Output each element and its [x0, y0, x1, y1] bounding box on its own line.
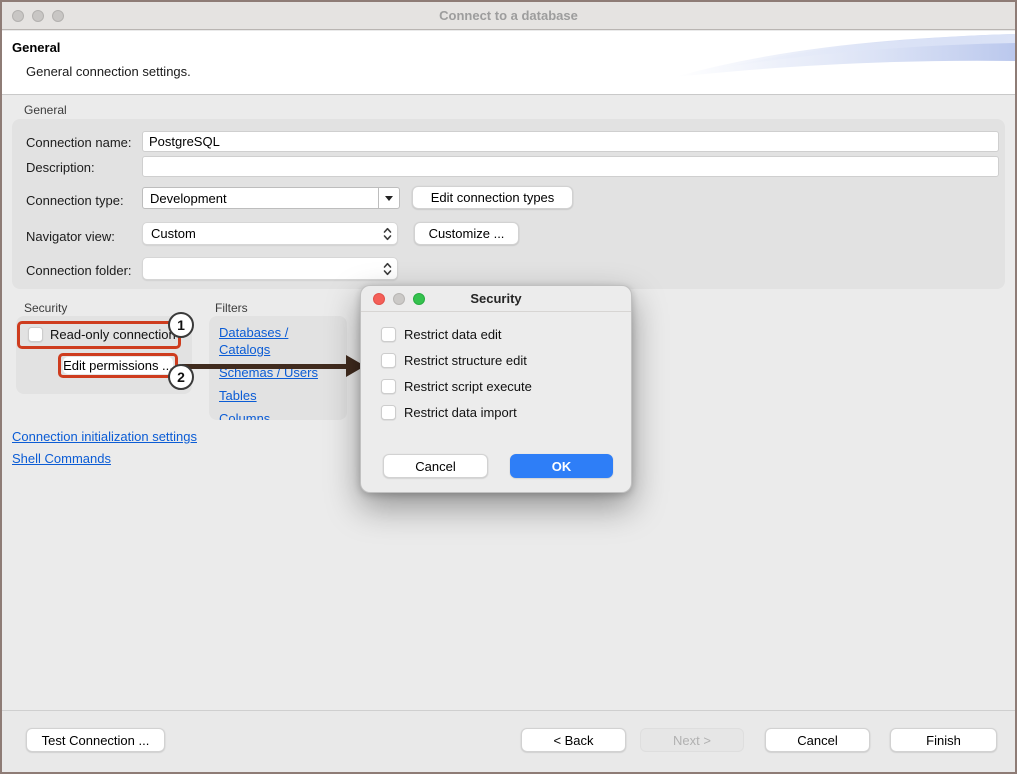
edit-connection-types-button[interactable]: Edit connection types — [412, 186, 573, 209]
connection-name-label: Connection name: — [26, 135, 132, 150]
finish-button[interactable]: Finish — [890, 728, 997, 752]
restrict-structure-edit-row[interactable]: Restrict structure edit — [381, 353, 527, 368]
connection-name-input[interactable] — [142, 131, 999, 152]
connect-database-window: Connect to a database General General co… — [0, 0, 1017, 774]
page-subtitle: General connection settings. — [26, 64, 191, 79]
readonly-connection-row[interactable]: Read-only connection — [28, 327, 176, 342]
customize-button[interactable]: Customize ... — [414, 222, 519, 245]
popup-title: Security — [361, 291, 631, 306]
popup-cancel-button[interactable]: Cancel — [383, 454, 488, 478]
description-input[interactable] — [142, 156, 999, 177]
navigator-view-value: Custom — [143, 226, 377, 241]
security-group-label: Security — [24, 301, 67, 315]
restrict-data-edit-label: Restrict data edit — [404, 327, 502, 342]
wizard-footer: Test Connection ... < Back Next > Cancel… — [2, 710, 1015, 772]
wizard-content: General Connection name: Description: Co… — [2, 96, 1015, 710]
restrict-structure-edit-checkbox[interactable] — [381, 353, 396, 368]
shell-commands-link[interactable]: Shell Commands — [12, 451, 111, 466]
next-button: Next > — [640, 728, 744, 752]
connection-init-settings-link[interactable]: Connection initialization settings — [12, 429, 197, 444]
popup-ok-button[interactable]: OK — [510, 454, 613, 478]
caret-down-icon — [385, 196, 393, 201]
restrict-data-import-checkbox[interactable] — [381, 405, 396, 420]
up-down-chevrons-icon — [377, 262, 397, 276]
back-button[interactable]: < Back — [521, 728, 626, 752]
readonly-connection-checkbox[interactable] — [28, 327, 43, 342]
page-title: General — [12, 40, 60, 55]
banner-swoosh-decoration — [675, 31, 1015, 81]
restrict-script-execute-checkbox[interactable] — [381, 379, 396, 394]
window-titlebar: Connect to a database — [2, 2, 1015, 30]
cancel-button[interactable]: Cancel — [765, 728, 870, 752]
security-popup: Security Restrict data edit Restrict str… — [360, 285, 632, 493]
combo-dropdown-button[interactable] — [378, 188, 399, 208]
connection-type-value: Development — [143, 191, 378, 206]
filter-link-databases-catalogs[interactable]: Databases / Catalogs — [219, 324, 337, 358]
filters-group-label: Filters — [215, 301, 248, 315]
restrict-script-execute-row[interactable]: Restrict script execute — [381, 379, 532, 394]
general-group-label: General — [24, 103, 67, 117]
connection-type-combo[interactable]: Development — [142, 187, 400, 209]
edit-permissions-button[interactable]: Edit permissions ... — [62, 356, 174, 375]
restrict-data-import-label: Restrict data import — [404, 405, 517, 420]
restrict-script-execute-label: Restrict script execute — [404, 379, 532, 394]
readonly-connection-label: Read-only connection — [50, 327, 176, 342]
wizard-header: General General connection settings. — [2, 31, 1015, 95]
restrict-data-import-row[interactable]: Restrict data import — [381, 405, 517, 420]
annotation-badge-1: 1 — [168, 312, 194, 338]
connection-type-label: Connection type: — [26, 193, 124, 208]
filter-link-tables[interactable]: Tables — [219, 387, 337, 404]
up-down-chevrons-icon — [377, 227, 397, 241]
connection-folder-select[interactable] — [142, 257, 398, 280]
window-title: Connect to a database — [2, 8, 1015, 23]
navigator-view-select[interactable]: Custom — [142, 222, 398, 245]
filter-link-columns[interactable]: Columns — [219, 410, 337, 420]
restrict-data-edit-row[interactable]: Restrict data edit — [381, 327, 502, 342]
description-label: Description: — [26, 160, 95, 175]
restrict-structure-edit-label: Restrict structure edit — [404, 353, 527, 368]
test-connection-button[interactable]: Test Connection ... — [26, 728, 165, 752]
connection-folder-label: Connection folder: — [26, 263, 132, 278]
annotation-badge-2: 2 — [168, 364, 194, 390]
restrict-data-edit-checkbox[interactable] — [381, 327, 396, 342]
security-popup-titlebar: Security — [361, 286, 631, 312]
navigator-view-label: Navigator view: — [26, 229, 115, 244]
annotation-arrow-line — [182, 364, 348, 369]
